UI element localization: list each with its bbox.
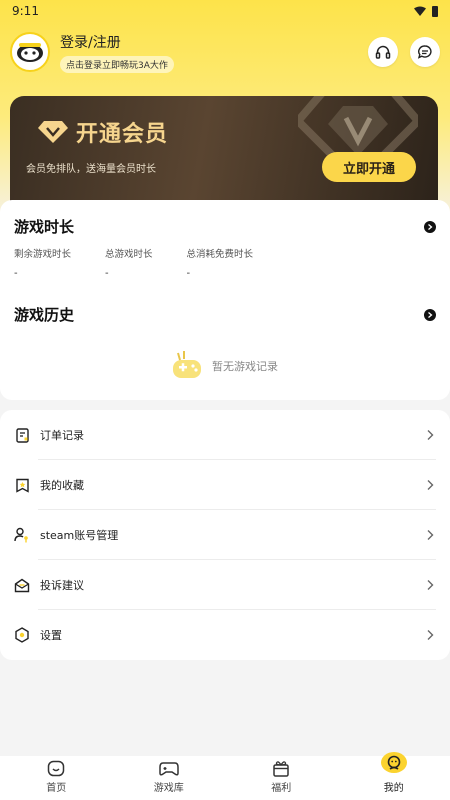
tab-home[interactable]: 首页	[0, 756, 113, 800]
chevron-right-icon	[427, 530, 434, 540]
feedback-mail-icon	[14, 577, 30, 593]
game-time-title: 游戏时长	[14, 218, 75, 236]
menu-item-favorites[interactable]: 我的收藏	[0, 460, 450, 510]
status-bar: 9:11	[0, 0, 450, 22]
login-link[interactable]: 登录/注册	[60, 32, 174, 52]
vip-banner[interactable]: 开通会员 会员免排队，送海量会员时长 立即开通	[10, 96, 438, 206]
wifi-icon	[414, 6, 426, 16]
headset-icon	[375, 45, 391, 59]
favorite-icon	[14, 477, 30, 493]
messages-button[interactable]	[410, 37, 440, 67]
game-stats-panel: 游戏时长 剩余游戏时长 - 总游戏时长 - 总消耗免费时长 - 游戏历史 暂无游…	[0, 200, 450, 400]
open-vip-button[interactable]: 立即开通	[322, 152, 416, 182]
home-icon	[48, 760, 65, 777]
login-subtitle: 点击登录立即畅玩3A大作	[60, 55, 174, 73]
account-key-icon	[14, 527, 30, 543]
battery-icon	[432, 5, 438, 17]
tab-game-library[interactable]: 游戏库	[113, 756, 226, 800]
stat-remaining: 剩余游戏时长 -	[14, 249, 72, 279]
mascot-icon	[17, 43, 43, 62]
game-history-header[interactable]: 游戏历史	[14, 304, 436, 325]
empty-history-text: 暂无游戏记录	[212, 360, 278, 373]
chevron-right-icon	[427, 480, 434, 490]
order-icon	[14, 427, 30, 443]
stat-total: 总游戏时长 -	[105, 249, 153, 279]
settings-menu: 订单记录 我的收藏 steam账号管理 投诉建议 设置	[0, 410, 450, 660]
game-time-stats: 剩余游戏时长 - 总游戏时长 - 总消耗免费时长 -	[14, 246, 287, 279]
empty-history: 暂无游戏记录	[170, 350, 278, 382]
stat-free-consumed: 总消耗免费时长 -	[186, 249, 254, 279]
chevron-right-icon	[427, 430, 434, 440]
status-time: 9:11	[12, 4, 39, 18]
menu-item-feedback[interactable]: 投诉建议	[0, 560, 450, 610]
arrow-right-icon[interactable]	[424, 220, 436, 233]
tab-profile[interactable]: 我的	[338, 752, 450, 800]
arrow-right-icon[interactable]	[424, 308, 436, 321]
tab-welfare[interactable]: 福利	[225, 756, 338, 800]
game-time-header[interactable]: 游戏时长	[14, 216, 436, 237]
bottom-tab-bar: 首页 游戏库 福利 我的	[0, 752, 450, 800]
empty-gamepad-icon	[173, 351, 201, 378]
chevron-right-icon	[427, 580, 434, 590]
menu-item-orders[interactable]: 订单记录	[0, 410, 450, 460]
chevron-right-icon	[427, 630, 434, 640]
game-history-title: 游戏历史	[14, 306, 75, 324]
message-icon	[417, 45, 432, 59]
gift-icon	[273, 761, 289, 777]
profile-header: 登录/注册 点击登录立即畅玩3A大作	[10, 28, 440, 76]
vip-description: 会员免排队，送海量会员时长	[26, 164, 156, 175]
menu-item-settings[interactable]: 设置	[0, 610, 450, 660]
profile-icon	[380, 752, 407, 773]
vip-title: 开通会员	[76, 122, 169, 147]
vip-diamond-icon	[38, 121, 68, 143]
customer-service-button[interactable]	[368, 37, 398, 67]
settings-icon	[14, 627, 30, 643]
gamepad-icon	[159, 762, 179, 776]
menu-item-steam-account[interactable]: steam账号管理	[0, 510, 450, 560]
avatar[interactable]	[10, 32, 50, 72]
